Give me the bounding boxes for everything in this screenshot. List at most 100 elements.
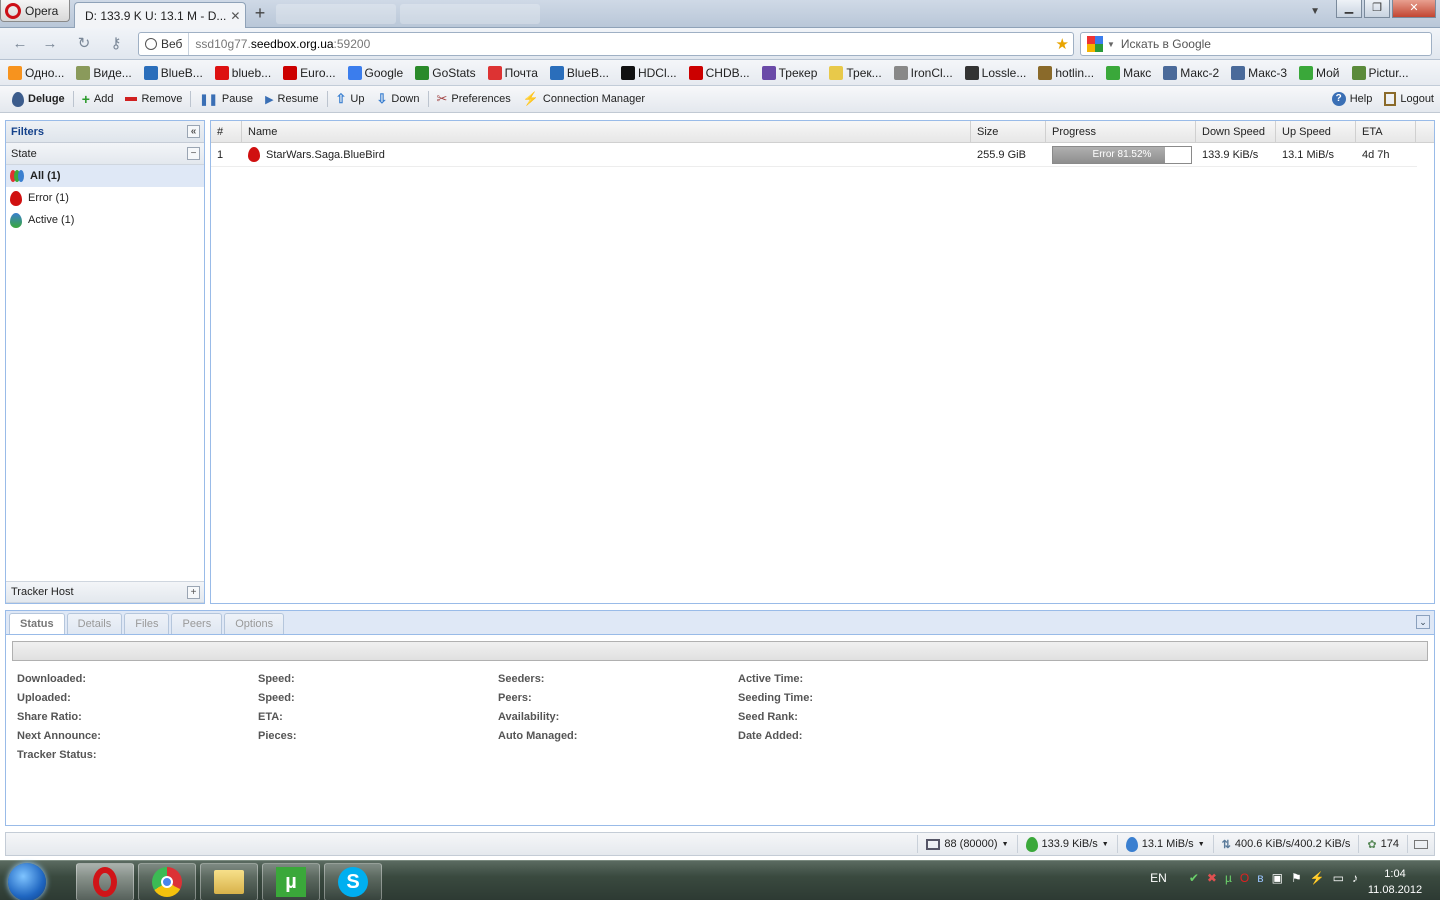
tab-peers[interactable]: Peers [171,613,223,634]
add-button[interactable]: + Add [76,91,120,107]
connections-status[interactable]: 88 (80000) ▼ [917,835,1016,853]
system-clock[interactable]: 1:04 11.08.2012 [1360,866,1430,898]
pause-button[interactable]: ❚❚ Pause [193,93,259,106]
bookmark-item[interactable]: Euro... [283,65,336,80]
collapse-state-icon[interactable]: − [187,147,200,160]
tab-options[interactable]: Options [224,613,285,634]
taskbar-skype[interactable]: S [324,863,382,900]
taskbar-utorrent[interactable]: µ [262,863,320,900]
column-header-down-speed[interactable]: Down Speed [1196,121,1276,142]
play-icon: ▶ [265,93,274,106]
bookmark-item[interactable]: HDCl... [620,65,677,80]
forward-icon[interactable]: → [40,35,60,53]
windows-start-button[interactable] [8,863,46,900]
download-speed-status[interactable]: 133.9 KiB/s ▼ [1016,835,1117,853]
row-number: 1 [217,148,224,161]
tray-power-icon[interactable]: ⚡ [1310,871,1325,885]
connection-manager-button[interactable]: ⚡ Connection Manager [517,91,651,107]
queue-up-button[interactable]: ⇧ Up [330,91,371,107]
column-header-name[interactable]: Name [242,121,971,142]
search-field[interactable]: ▼ Искать в Google [1080,32,1432,56]
remove-button[interactable]: Remove [119,93,188,105]
new-tab-button[interactable]: + [250,4,270,24]
bookmark-item[interactable]: CHDB... [688,65,750,80]
bookmark-item[interactable]: Макс-2 [1163,65,1219,80]
filter-active[interactable]: Active (1) [6,209,204,231]
euro-icon [283,65,298,80]
lossless-icon [964,65,979,80]
language-indicator[interactable]: EN [1150,871,1167,885]
bookmark-item[interactable]: Макс [1106,65,1151,80]
key-icon[interactable]: ⚷ [106,35,126,53]
details-tabs: Status Details Files Peers Options [6,611,1434,635]
background-tab[interactable] [400,4,540,24]
tray-network-x-icon[interactable]: ✖ [1207,871,1217,885]
help-button[interactable]: ? Help [1326,92,1379,106]
bookmark-item[interactable]: Виде... [76,65,132,80]
queue-down-button[interactable]: ⇩ Down [370,91,425,107]
bookmark-item[interactable]: Мой [1299,65,1340,80]
bookmark-item[interactable]: hotlin... [1038,65,1094,80]
tab-close-icon[interactable]: ✕ [230,9,240,23]
bookmark-item[interactable]: Lossle... [964,65,1026,80]
preferences-button[interactable]: ✂ Preferences [431,91,517,107]
resume-button[interactable]: ▶ Resume [259,93,324,106]
bookmark-item[interactable]: Почта [487,65,538,80]
tab-list-dropdown-icon[interactable]: ▼ [1310,6,1320,17]
pieces-label: Pieces: [258,730,297,742]
row-name-cell: StarWars.Saga.BlueBird [242,143,971,166]
bookmark-item[interactable]: blueb... [214,65,271,80]
logout-button[interactable]: Logout [1378,92,1440,106]
tab-active[interactable]: D: 133.9 K U: 13.1 M - D... ✕ [74,2,246,28]
search-engine-dropdown-icon[interactable]: ▼ [1107,40,1115,49]
background-tab[interactable] [276,4,396,24]
bookmark-item[interactable]: Трек... [829,65,882,80]
bookmark-item[interactable]: Макс-3 [1231,65,1287,80]
tray-monitor-icon[interactable]: ▭ [1333,871,1344,885]
maximize-button[interactable]: ❐ [1364,0,1390,18]
help-label: Help [1349,93,1373,105]
tab-status[interactable]: Status [9,613,65,634]
bookmark-item[interactable]: GoStats [415,65,476,80]
reload-icon[interactable]: ↻ [74,35,94,53]
bookmark-item[interactable]: Google [347,65,403,80]
bookmark-item[interactable]: IronCl... [893,65,953,80]
bookmark-item[interactable]: BlueB... [549,65,609,80]
filter-error[interactable]: Error (1) [6,187,204,209]
collapse-details-icon[interactable]: ⌄ [1416,615,1430,629]
column-header-up-speed[interactable]: Up Speed [1276,121,1356,142]
bookmark-item[interactable]: BlueB... [143,65,203,80]
address-bar[interactable]: Веб ssd10g77.seedbox.org.ua:59200 ★ [138,32,1074,56]
tray-bluetooth-icon[interactable]: ʙ [1257,871,1263,885]
column-header-progress[interactable]: Progress [1046,121,1196,142]
column-header-eta[interactable]: ETA [1356,121,1416,142]
tab-files[interactable]: Files [124,613,170,634]
web-badge[interactable]: Веб [139,33,190,55]
expand-tracker-icon[interactable]: + [187,585,200,599]
minimize-button[interactable]: ▁ [1336,0,1362,18]
back-icon[interactable]: ← [10,35,30,53]
bookmark-item[interactable]: Трекер [761,65,817,80]
bookmark-star-icon[interactable]: ★ [1056,35,1069,53]
column-header-size[interactable]: Size [971,121,1046,142]
row-up-speed: 13.1 MiB/s [1282,148,1334,161]
bookmark-item[interactable]: Одно... [8,65,64,80]
taskbar-explorer[interactable] [200,863,258,900]
taskbar-chrome[interactable] [138,863,196,900]
tray-checkmark-icon[interactable]: ✔ [1189,871,1199,885]
tray-volume-icon[interactable]: ♪ [1352,871,1358,885]
upload-speed-status[interactable]: 13.1 MiB/s ▼ [1116,835,1213,853]
collapse-left-icon[interactable]: « [187,125,200,138]
tray-flag-icon[interactable]: ⚑ [1291,871,1302,885]
tray-device-icon[interactable]: ▣ [1272,871,1283,885]
taskbar-opera[interactable] [76,863,134,900]
opera-menu-button[interactable]: Opera [0,0,70,22]
tray-utorrent-icon[interactable]: µ [1225,871,1232,885]
column-header-number[interactable]: # [211,121,242,142]
filter-all[interactable]: All (1) [6,165,204,187]
bookmark-item[interactable]: Pictur... [1351,65,1409,80]
close-window-button[interactable]: ✕ [1392,0,1436,18]
table-row[interactable]: 1 StarWars.Saga.BlueBird 255.9 GiB Error… [211,143,1417,167]
tray-opera-icon[interactable]: O [1240,871,1249,885]
tab-details[interactable]: Details [66,613,123,634]
